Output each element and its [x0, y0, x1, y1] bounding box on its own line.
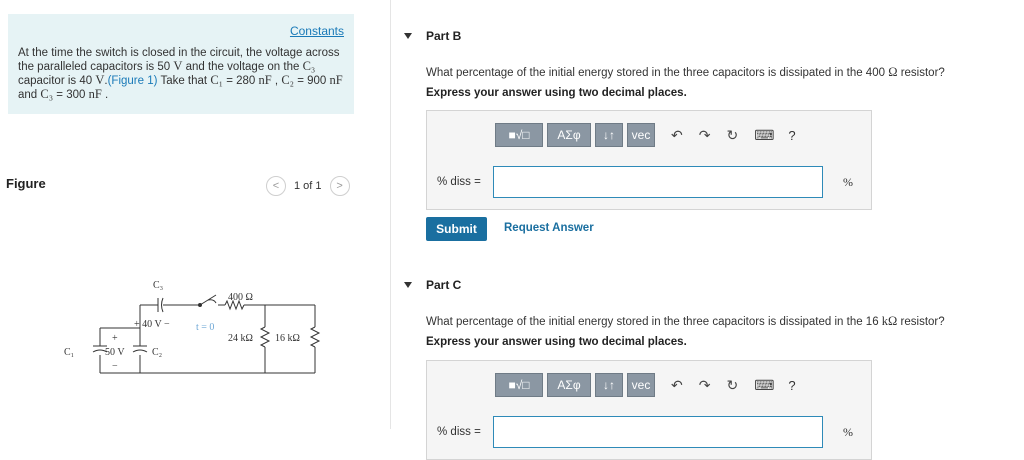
- keyboard-icon[interactable]: ⌨: [754, 127, 774, 144]
- redo-icon[interactable]: ↷: [699, 377, 711, 394]
- circuit-diagram: C₃ + 40 V − t = 0 400 Ω C₁ 50 V + − C₂ 2…: [64, 280, 321, 374]
- answer-panel: Part B What percentage of the initial en…: [390, 0, 1024, 460]
- answer-unit: %: [843, 174, 853, 189]
- figure-page-indicator: 1 of 1: [294, 180, 322, 192]
- redo-icon[interactable]: ↷: [699, 127, 711, 144]
- next-figure-button[interactable]: >: [329, 176, 350, 196]
- label-minus: −: [112, 361, 118, 372]
- answer-row: % diss = %: [437, 166, 861, 198]
- submit-button[interactable]: Submit: [426, 217, 487, 241]
- label-40v: + 40 V −: [134, 319, 170, 330]
- help-icon[interactable]: ?: [788, 378, 795, 393]
- label-400ohm: 400 Ω: [228, 292, 253, 303]
- math-toolbar: ■√□ AΣφ ↓↑ vec ↶ ↷ ↻ ⌨ ?: [495, 123, 796, 147]
- templates-button[interactable]: ■√□: [495, 373, 543, 397]
- reset-icon[interactable]: ↻: [726, 127, 738, 144]
- undo-icon[interactable]: ↶: [671, 377, 683, 394]
- problem-statement: At the time the switch is closed in the …: [18, 47, 343, 101]
- problem-intro: Constants At the time the switch is clos…: [8, 14, 354, 114]
- help-icon[interactable]: ?: [788, 128, 795, 143]
- figure-link[interactable]: (Figure 1): [108, 75, 158, 87]
- part-c-instructions: Express your answer using two decimal pl…: [426, 336, 687, 348]
- greek-symbols-button[interactable]: AΣφ: [547, 123, 591, 147]
- part-b-question: What percentage of the initial energy st…: [426, 65, 945, 79]
- collapse-caret-icon[interactable]: [404, 33, 412, 39]
- answer-input[interactable]: [493, 416, 823, 448]
- greek-symbols-button[interactable]: AΣφ: [547, 373, 591, 397]
- prev-figure-button[interactable]: <: [266, 176, 286, 196]
- label-c2: C₂: [152, 347, 162, 358]
- answer-input[interactable]: [493, 166, 823, 198]
- figure-pager: < 1 of 1 >: [266, 176, 350, 196]
- answer-label: % diss =: [437, 426, 481, 438]
- answer-row: % diss = %: [437, 416, 861, 448]
- label-plus: +: [112, 333, 118, 344]
- label-t0: t = 0: [196, 322, 214, 333]
- label-c3: C₃: [153, 280, 163, 291]
- vector-button[interactable]: vec: [627, 123, 655, 147]
- keyboard-icon[interactable]: ⌨: [754, 377, 774, 394]
- part-c-header[interactable]: Part C: [404, 278, 461, 292]
- problem-panel: Constants At the time the switch is clos…: [0, 0, 390, 429]
- vector-button[interactable]: vec: [627, 373, 655, 397]
- part-b-answer-box: ■√□ AΣφ ↓↑ vec ↶ ↷ ↻ ⌨ ? % diss = %: [426, 110, 872, 210]
- answer-label: % diss =: [437, 176, 481, 188]
- constants-link[interactable]: Constants: [290, 24, 344, 38]
- arrows-button[interactable]: ↓↑: [595, 373, 623, 397]
- part-c-answer-box: ■√□ AΣφ ↓↑ vec ↶ ↷ ↻ ⌨ ? % diss = %: [426, 360, 872, 460]
- answer-unit: %: [843, 424, 853, 439]
- part-b-header[interactable]: Part B: [404, 29, 461, 43]
- label-24kohm: 24 kΩ: [228, 333, 253, 344]
- label-50v: 50 V: [105, 347, 125, 358]
- templates-button[interactable]: ■√□: [495, 123, 543, 147]
- arrows-button[interactable]: ↓↑: [595, 123, 623, 147]
- math-toolbar: ■√□ AΣφ ↓↑ vec ↶ ↷ ↻ ⌨ ?: [495, 373, 796, 397]
- part-c-question: What percentage of the initial energy st…: [426, 314, 945, 328]
- label-16kohm: 16 kΩ: [275, 333, 300, 344]
- undo-icon[interactable]: ↶: [671, 127, 683, 144]
- part-b-instructions: Express your answer using two decimal pl…: [426, 87, 687, 99]
- label-c1: C₁: [64, 347, 74, 358]
- reset-icon[interactable]: ↻: [726, 377, 738, 394]
- collapse-caret-icon[interactable]: [404, 282, 412, 288]
- figure-heading: Figure: [6, 176, 46, 191]
- request-answer-link[interactable]: Request Answer: [504, 222, 594, 234]
